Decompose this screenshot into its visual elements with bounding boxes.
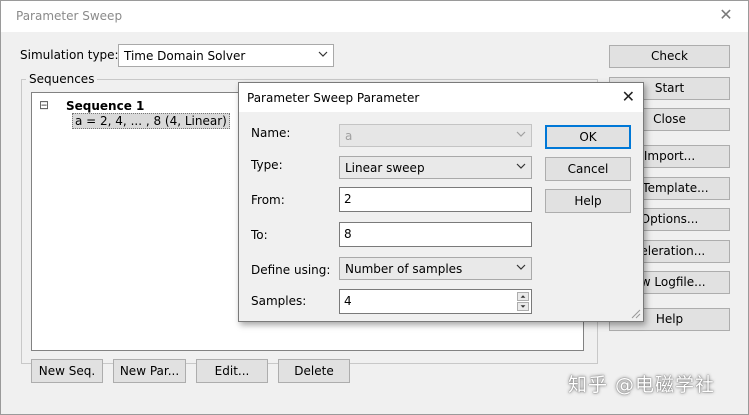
parameter-dialog: Parameter Sweep Parameter ✕ Name: a Type…	[238, 82, 644, 322]
sequences-group-label: Sequences	[26, 72, 98, 86]
new-sequence-button[interactable]: New Seq.	[31, 359, 103, 383]
caret-down-icon	[520, 305, 526, 308]
type-label: Type:	[251, 158, 283, 172]
resize-grip-icon[interactable]	[630, 308, 641, 319]
spin-up-button[interactable]	[517, 292, 529, 301]
close-icon[interactable]: ✕	[718, 7, 734, 23]
type-select[interactable]: Linear sweep	[339, 156, 532, 179]
chevron-down-icon	[516, 163, 526, 169]
simulation-type-select[interactable]: Time Domain Solver	[118, 44, 334, 67]
edit-button[interactable]: Edit...	[196, 359, 268, 383]
samples-label: Samples:	[251, 294, 307, 308]
dialog-help-button[interactable]: Help	[545, 189, 631, 213]
dialog-titlebar: Parameter Sweep Parameter ✕	[239, 83, 643, 112]
name-select[interactable]: a	[339, 124, 532, 147]
collapse-icon[interactable]: ⊟	[39, 98, 49, 112]
define-using-select[interactable]: Number of samples	[339, 257, 532, 280]
spin-down-button[interactable]	[517, 302, 529, 311]
chevron-down-icon	[516, 264, 526, 270]
name-label: Name:	[251, 126, 291, 140]
cancel-button[interactable]: Cancel	[545, 157, 631, 181]
dialog-close-icon[interactable]: ✕	[622, 87, 635, 107]
to-input[interactable]: 8	[339, 222, 532, 247]
from-input[interactable]: 2	[339, 187, 532, 212]
to-label: To:	[251, 228, 268, 242]
delete-button[interactable]: Delete	[278, 359, 350, 383]
simulation-type-label: Simulation type:	[20, 48, 119, 62]
samples-spinner[interactable]: 4	[339, 289, 532, 314]
chevron-down-icon	[516, 131, 526, 137]
caret-up-icon	[520, 295, 526, 298]
check-button[interactable]: Check	[609, 45, 730, 68]
sequence-item[interactable]: Sequence 1	[66, 99, 144, 113]
new-parameter-button[interactable]: New Par...	[113, 359, 186, 383]
dialog-title: Parameter Sweep Parameter	[247, 91, 420, 105]
watermark: 知乎 @电磁学社	[568, 374, 716, 396]
parameter-item[interactable]: a = 2, 4, ... , 8 (4, Linear)	[72, 113, 230, 129]
window-titlebar: Parameter Sweep ✕	[1, 1, 748, 32]
window-title: Parameter Sweep	[16, 9, 123, 23]
ok-button[interactable]: OK	[545, 125, 631, 149]
from-label: From:	[251, 193, 285, 207]
define-using-label: Define using:	[251, 263, 331, 277]
chevron-down-icon	[318, 51, 328, 57]
